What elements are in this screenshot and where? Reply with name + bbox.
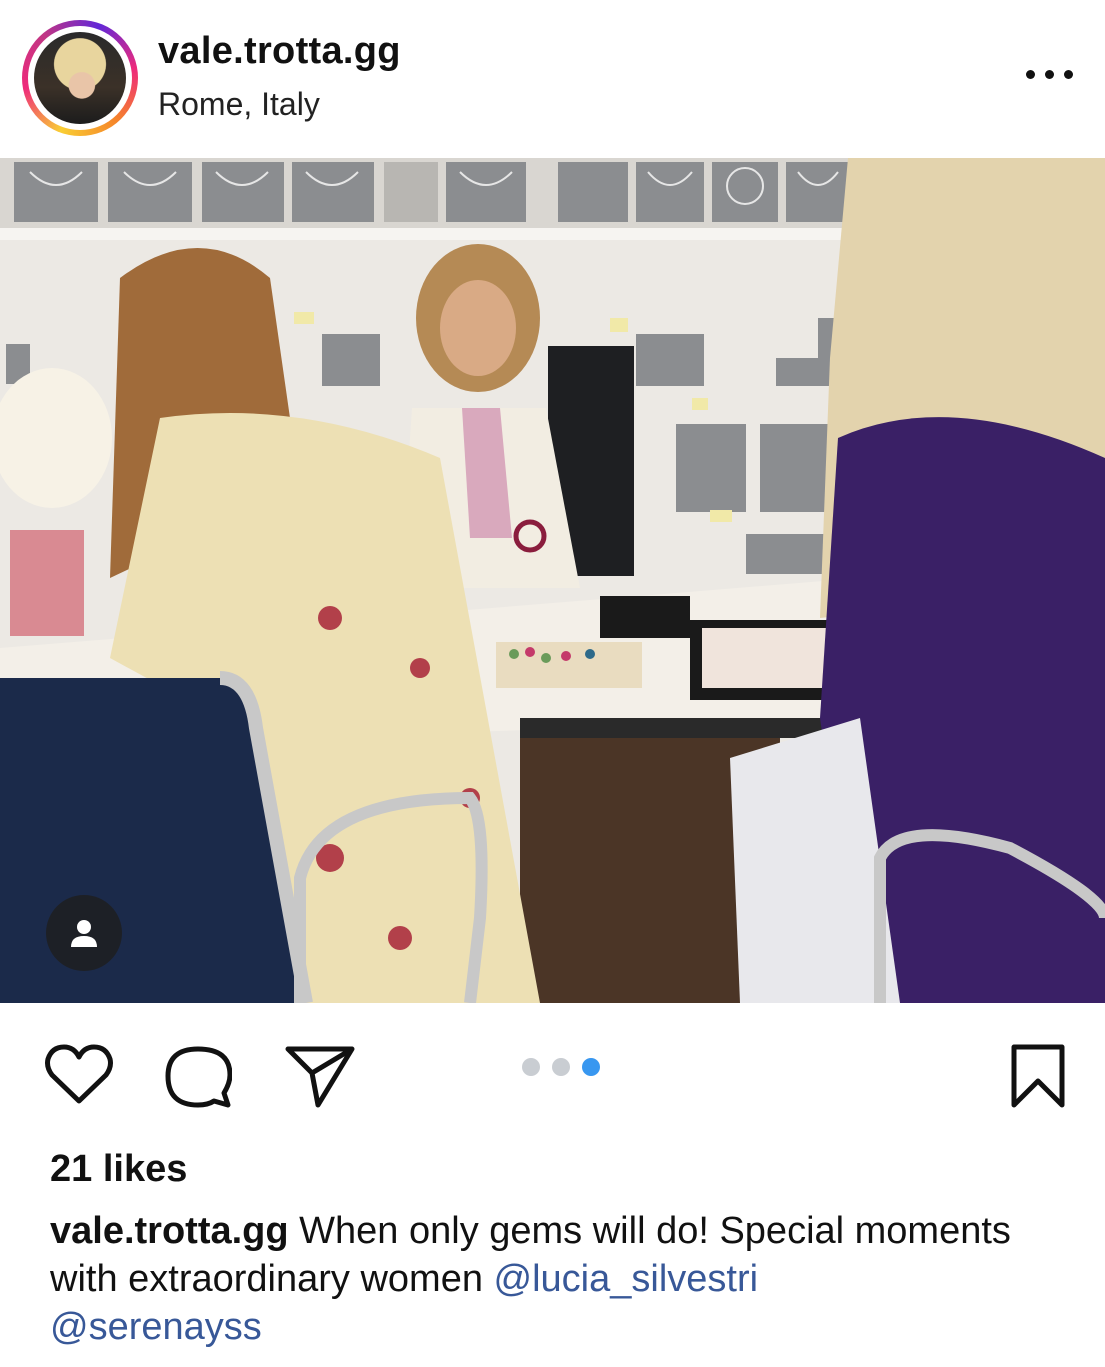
post-header: vale.trotta.gg Rome, Italy [0, 0, 1105, 158]
bookmark-icon[interactable] [1010, 1043, 1066, 1114]
post-location[interactable]: Rome, Italy [158, 86, 320, 123]
likes-count[interactable]: 21 likes [50, 1148, 187, 1191]
carousel-dot [522, 1058, 540, 1076]
post-photo[interactable] [0, 158, 1105, 1003]
carousel-dot [552, 1058, 570, 1076]
post-username[interactable]: vale.trotta.gg [158, 30, 401, 73]
carousel-dot-active [582, 1058, 600, 1076]
mention-link[interactable]: @serenayss [50, 1306, 262, 1348]
carousel-indicator [522, 1058, 600, 1076]
heart-icon[interactable] [44, 1043, 114, 1112]
avatar[interactable] [22, 20, 138, 136]
more-options-icon[interactable] [1026, 62, 1088, 86]
post-photo-illustration [0, 158, 1105, 1003]
person-tag-icon[interactable] [46, 895, 122, 971]
avatar-photo [34, 32, 126, 124]
comment-bubble-icon[interactable] [162, 1043, 233, 1114]
caption-username[interactable]: vale.trotta.gg [50, 1210, 289, 1252]
mention-link[interactable]: @lucia_silvestri [494, 1258, 759, 1300]
paper-plane-icon[interactable] [284, 1043, 356, 1114]
post-caption: vale.trotta.gg When only gems will do! S… [50, 1207, 1070, 1351]
